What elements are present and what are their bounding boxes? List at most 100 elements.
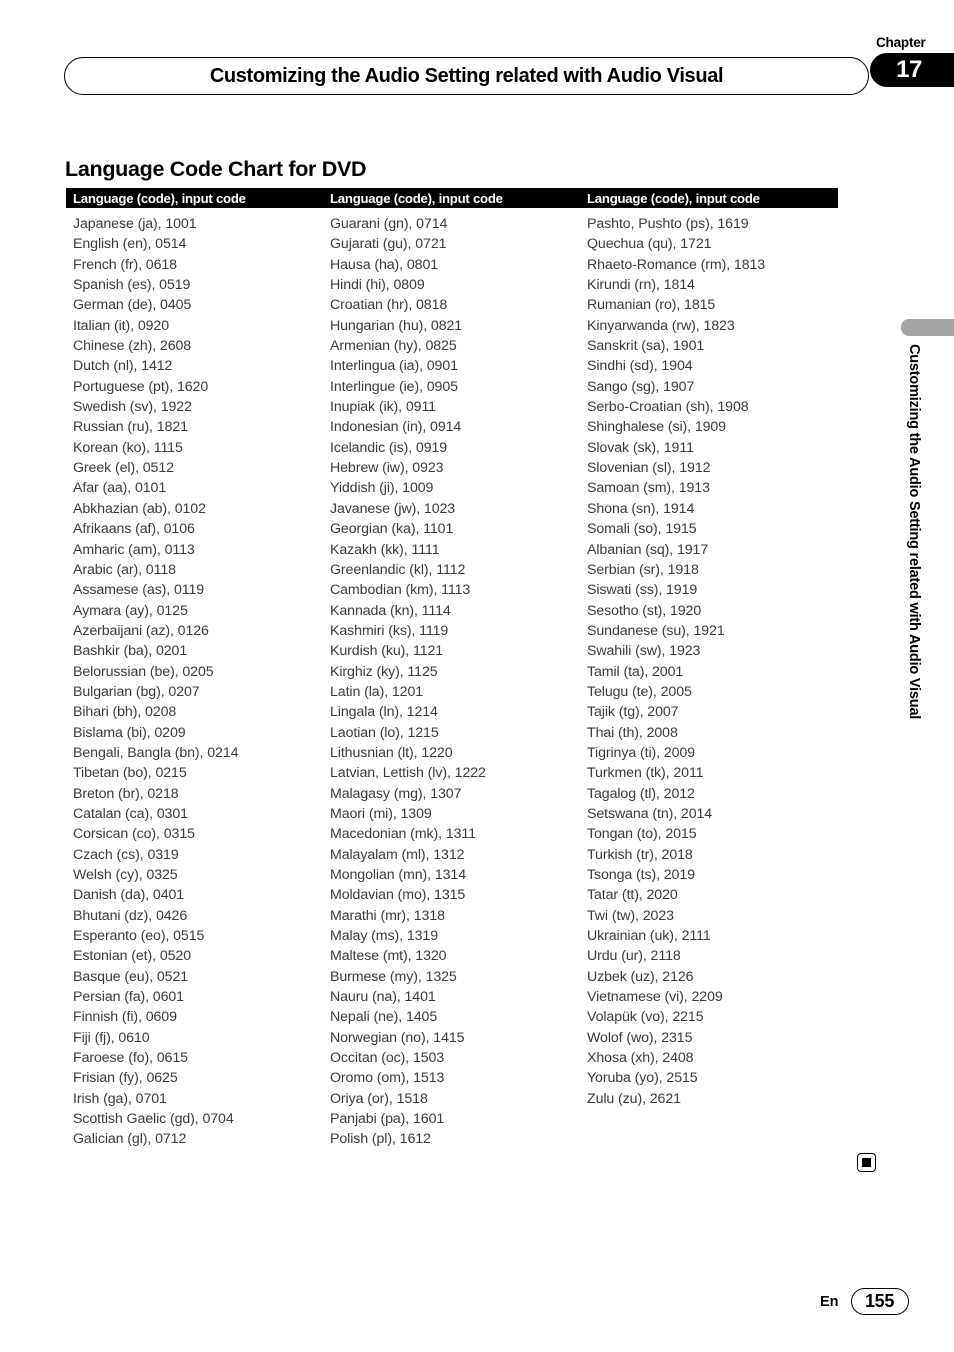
language-code-entry: Indonesian (in), 0914 [330,419,462,436]
language-code-entry: Pashto, Pushto (ps), 1619 [587,216,749,232]
language-code-entry: Basque (eu), 0521 [73,968,189,985]
language-code-entry: Tamil (ta), 2001 [587,663,684,680]
language-code-entry: Uzbek (uz), 2126 [587,968,694,985]
language-code-entry: Tatar (tt), 2020 [587,887,678,904]
language-code-entry: Armenian (hy), 0825 [330,338,457,355]
language-code-entry: Chinese (zh), 2608 [73,338,192,355]
language-code-entry: Sesotho (st), 1920 [587,602,702,619]
language-code-entry: Nepali (ne), 1405 [330,1009,438,1026]
language-code-entry: Marathi (mr), 1318 [330,907,445,924]
language-code-entry: Assamese (as), 0119 [73,582,205,599]
language-code-entry: Croatian (hr), 0818 [330,297,448,314]
language-code-entry: Portuguese (pt), 1620 [73,378,209,395]
language-code-entry: Esperanto (eo), 0515 [73,928,205,945]
language-column-1: Japanese (ja), 1001 English (en), 0514 Fre… [66,214,326,1150]
language-code-entry: Maltese (mt), 1320 [330,948,447,965]
language-code-entry: Xhosa (xh), 2408 [587,1050,694,1067]
language-code-entry: Kannada (kn), 1114 [330,602,451,619]
language-code-entry: Czach (cs), 0319 [73,846,179,863]
language-code-entry: Tsonga (ts), 2019 [587,867,695,883]
language-code-entry: Afar (aa), 0101 [73,480,167,497]
language-code-entry: Greenlandic (kl), 1112 [330,561,466,578]
language-code-entry: Nauru (na), 1401 [330,989,436,1006]
side-running-head-text: Customizing the Audio Setting related wi… [906,344,922,720]
end-of-section-inner-square [862,1158,871,1167]
chapter-indicator: Chapter 17 [870,36,954,87]
language-code-entry: Lingala (ln), 1214 [330,704,438,721]
language-code-entry: Italian (it), 0920 [73,317,169,334]
language-code-entry: Occitan (oc), 1503 [330,1050,445,1067]
language-code-entry: Malayalam (ml), 1312 [330,846,465,863]
language-code-entry: Serbian (sr), 1918 [587,561,699,578]
table-body: Japanese (ja), 1001 English (en), 0514 Fre… [66,214,838,1150]
language-code-entry: Javanese (jw), 1023 [330,500,456,517]
language-code-entry: Japanese (ja), 1001 [73,216,197,232]
language-code-entry: Serbo-Croatian (sh), 1908 [587,399,749,416]
language-code-entry: Abkhazian (ab), 0102 [73,500,206,517]
language-code-entry: Irish (ga), 0701 [73,1090,167,1107]
language-code-entry: Ukrainian (uk), 2111 [587,928,711,945]
language-code-entry: Norwegian (no), 1415 [330,1029,465,1046]
language-code-entry: Kirghiz (ky), 1125 [330,663,438,680]
language-code-entry: Shona (sn), 1914 [587,500,695,517]
language-code-entry: Maori (mi), 1309 [330,805,432,822]
language-code-entry: Albanian (sq), 1917 [587,541,709,558]
language-code-entry: Tongan (to), 2015 [587,826,697,843]
language-code-entry: Quechua (qu), 1721 [587,236,712,253]
table-header-row: Language (code), input code Language (co… [66,188,838,208]
language-code-entry: Sanskrit (sa), 1901 [587,338,705,355]
language-code-entry: Tigrinya (ti), 2009 [587,744,695,761]
language-code-entry: Icelandic (is), 0919 [330,439,448,456]
language-code-entry: Oriya (or), 1518 [330,1090,428,1107]
language-code-entry: Welsh (cy), 0325 [73,867,178,883]
language-code-entry: Amharic (am), 0113 [73,541,195,558]
page-number-badge: 155 [850,1288,909,1315]
language-code-entry: Volapük (vo), 2215 [587,1009,704,1026]
language-code-entry: Hausa (ha), 0801 [330,256,439,273]
language-code-entry: Swahili (sw), 1923 [587,643,701,660]
language-code-entry: Malay (ms), 1319 [330,928,438,945]
language-code-entry: Telugu (te), 2005 [587,683,692,700]
language-code-entry: Yoruba (yo), 2515 [587,1070,698,1087]
language-code-entry: Samoan (sm), 1913 [587,480,710,497]
chapter-number-badge: 17 [870,53,954,87]
language-code-entry: Shinghalese (si), 1909 [587,419,726,436]
language-code-entry: Kashmiri (ks), 1119 [330,622,449,639]
language-code-entry: Dutch (nl), 1412 [73,358,173,375]
column-header-1: Language (code), input code [73,190,246,206]
language-code-entry: Latvian, Lettish (lv), 1222 [330,765,486,782]
language-code-entry: Interlingua (ia), 0901 [330,358,458,375]
language-code-entry: Spanish (es), 0519 [73,277,191,294]
language-code-entry: Belorussian (be), 0205 [73,663,214,680]
language-code-entry: Setswana (tn), 2014 [587,805,713,822]
language-code-entry: Hebrew (iw), 0923 [330,460,444,477]
language-code-entry: Rhaeto-Romance (rm), 1813 [587,256,766,273]
language-code-entry: Kazakh (kk), 1111 [330,541,440,558]
language-code-entry: Scottish Gaelic (gd), 0704 [73,1111,234,1128]
language-code-entry: Georgian (ka), 1101 [330,521,454,538]
language-code-entry: Bhutani (dz), 0426 [73,907,188,924]
language-code-entry: Sango (sg), 1907 [587,378,695,395]
language-code-entry: Wolof (wo), 2315 [587,1029,693,1046]
language-code-entry: Galician (gl), 0712 [73,1131,187,1148]
language-code-entry: Estonian (et), 0520 [73,948,191,965]
language-code-entry: Siswati (ss), 1919 [587,582,698,599]
page-title: Language Code Chart for DVD [65,157,367,182]
language-code-entry: Turkish (tr), 2018 [587,846,693,863]
language-code-entry: German (de), 0405 [73,297,192,314]
language-code-entry: Bashkir (ba), 0201 [73,643,188,660]
language-code-entry: Twi (tw), 2023 [587,907,674,924]
language-code-entry: Moldavian (mo), 1315 [330,887,466,904]
language-code-entry: Danish (da), 0401 [73,887,185,904]
column-header-2: Language (code), input code [330,190,503,206]
language-code-entry: Korean (ko), 1115 [73,439,183,456]
side-tab-marker [901,319,954,336]
language-code-entry: Faroese (fo), 0615 [73,1050,188,1067]
language-code-entry: Guarani (gn), 0714 [330,216,448,232]
end-of-section-icon [857,1153,876,1172]
language-code-entry: Interlingue (ie), 0905 [330,378,458,395]
language-code-entry: Gujarati (gu), 0721 [330,236,447,253]
language-code-entry: Vietnamese (vi), 2209 [587,989,723,1006]
language-code-entry: Zulu (zu), 2621 [587,1090,681,1107]
language-code-entry: Malagasy (mg), 1307 [330,785,462,802]
